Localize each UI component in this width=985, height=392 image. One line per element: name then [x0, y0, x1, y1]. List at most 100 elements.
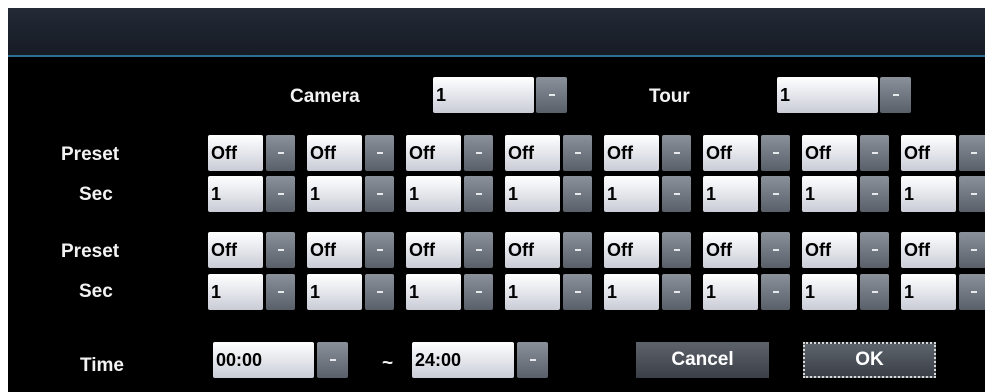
sec-select[interactable]: 1: [901, 274, 985, 310]
sec-select[interactable]: 1: [802, 274, 889, 310]
chevron-down-icon[interactable]: [365, 274, 394, 310]
chevron-down-icon[interactable]: [563, 274, 592, 310]
chevron-down-icon[interactable]: [662, 232, 691, 268]
chevron-down-icon[interactable]: [266, 232, 295, 268]
sec-select[interactable]: 1: [703, 176, 790, 212]
preset-value: Off: [208, 135, 263, 171]
preset-select[interactable]: Off: [604, 135, 691, 171]
chevron-down-icon[interactable]: [662, 176, 691, 212]
chevron-down-icon[interactable]: [517, 342, 548, 378]
chevron-down-icon[interactable]: [860, 232, 889, 268]
chevron-down-icon[interactable]: [365, 176, 394, 212]
sec-select[interactable]: 1: [208, 274, 295, 310]
sec-select[interactable]: 1: [505, 176, 592, 212]
preset-value: Off: [604, 232, 659, 268]
preset-select[interactable]: Off: [901, 135, 985, 171]
preset-value: Off: [505, 135, 560, 171]
sec-select[interactable]: 1: [307, 176, 394, 212]
preset-select[interactable]: Off: [901, 232, 985, 268]
sec-select[interactable]: 1: [604, 274, 691, 310]
sec-label: Sec: [79, 281, 113, 302]
sec-select[interactable]: 1: [703, 274, 790, 310]
chevron-down-icon[interactable]: [761, 232, 790, 268]
chevron-down-icon[interactable]: [761, 274, 790, 310]
preset-select[interactable]: Off: [208, 232, 295, 268]
chevron-down-icon[interactable]: [563, 176, 592, 212]
chevron-down-icon[interactable]: [761, 135, 790, 171]
preset-value: Off: [208, 232, 263, 268]
ok-button[interactable]: OK: [803, 342, 936, 378]
preset-select[interactable]: Off: [406, 135, 493, 171]
sec-value: 1: [505, 176, 560, 212]
preset-select[interactable]: Off: [703, 232, 790, 268]
preset-value: Off: [406, 232, 461, 268]
preset-select[interactable]: Off: [703, 135, 790, 171]
chevron-down-icon[interactable]: [365, 135, 394, 171]
sec-select[interactable]: 1: [406, 176, 493, 212]
chevron-down-icon[interactable]: [959, 274, 985, 310]
chevron-down-icon[interactable]: [761, 176, 790, 212]
sec-value: 1: [406, 176, 461, 212]
sec-select[interactable]: 1: [505, 274, 592, 310]
chevron-down-icon[interactable]: [959, 176, 985, 212]
chevron-down-icon[interactable]: [959, 232, 985, 268]
preset-value: Off: [307, 232, 362, 268]
chevron-down-icon[interactable]: [563, 232, 592, 268]
sec-value: 1: [307, 274, 362, 310]
sec-value: 1: [604, 176, 659, 212]
sec-select[interactable]: 1: [604, 176, 691, 212]
time-start-select[interactable]: 00:00: [213, 342, 348, 378]
preset-select[interactable]: Off: [307, 232, 394, 268]
sec-select[interactable]: 1: [406, 274, 493, 310]
preset-select[interactable]: Off: [208, 135, 295, 171]
chevron-down-icon[interactable]: [464, 176, 493, 212]
preset-select[interactable]: Off: [802, 232, 889, 268]
preset-select[interactable]: Off: [307, 135, 394, 171]
chevron-down-icon[interactable]: [662, 274, 691, 310]
sec-value: 1: [901, 274, 956, 310]
preset-label: Preset: [61, 144, 120, 165]
preset-value: Off: [802, 135, 857, 171]
sec-select[interactable]: 1: [208, 176, 295, 212]
camera-value: 1: [433, 77, 534, 113]
chevron-down-icon[interactable]: [959, 135, 985, 171]
chevron-down-icon[interactable]: [266, 176, 295, 212]
preset-select[interactable]: Off: [505, 232, 592, 268]
camera-label: Camera: [290, 86, 360, 107]
chevron-down-icon[interactable]: [464, 232, 493, 268]
tour-select[interactable]: 1: [777, 77, 911, 113]
preset-select[interactable]: Off: [406, 232, 493, 268]
time-end-select[interactable]: 24:00: [412, 342, 548, 378]
preset-value: Off: [802, 232, 857, 268]
sec-value: 1: [406, 274, 461, 310]
chevron-down-icon[interactable]: [464, 274, 493, 310]
chevron-down-icon[interactable]: [563, 135, 592, 171]
chevron-down-icon[interactable]: [662, 135, 691, 171]
sec-value: 1: [208, 274, 263, 310]
chevron-down-icon[interactable]: [266, 274, 295, 310]
chevron-down-icon[interactable]: [317, 342, 348, 378]
sec-select[interactable]: 1: [901, 176, 985, 212]
preset-select[interactable]: Off: [802, 135, 889, 171]
preset-select[interactable]: Off: [604, 232, 691, 268]
chevron-down-icon[interactable]: [365, 232, 394, 268]
sec-label: Sec: [79, 184, 113, 205]
preset-select[interactable]: Off: [505, 135, 592, 171]
chevron-down-icon[interactable]: [860, 135, 889, 171]
chevron-down-icon[interactable]: [266, 135, 295, 171]
chevron-down-icon[interactable]: [860, 274, 889, 310]
chevron-down-icon[interactable]: [464, 135, 493, 171]
chevron-down-icon[interactable]: [880, 77, 911, 113]
sec-select[interactable]: 1: [802, 176, 889, 212]
title-bar: [8, 8, 985, 57]
sec-value: 1: [703, 274, 758, 310]
cancel-button[interactable]: Cancel: [636, 342, 769, 378]
sec-value: 1: [802, 176, 857, 212]
sec-value: 1: [901, 176, 956, 212]
chevron-down-icon[interactable]: [860, 176, 889, 212]
preset-value: Off: [604, 135, 659, 171]
sec-select[interactable]: 1: [307, 274, 394, 310]
sec-value: 1: [703, 176, 758, 212]
chevron-down-icon[interactable]: [536, 77, 567, 113]
camera-select[interactable]: 1: [433, 77, 567, 113]
